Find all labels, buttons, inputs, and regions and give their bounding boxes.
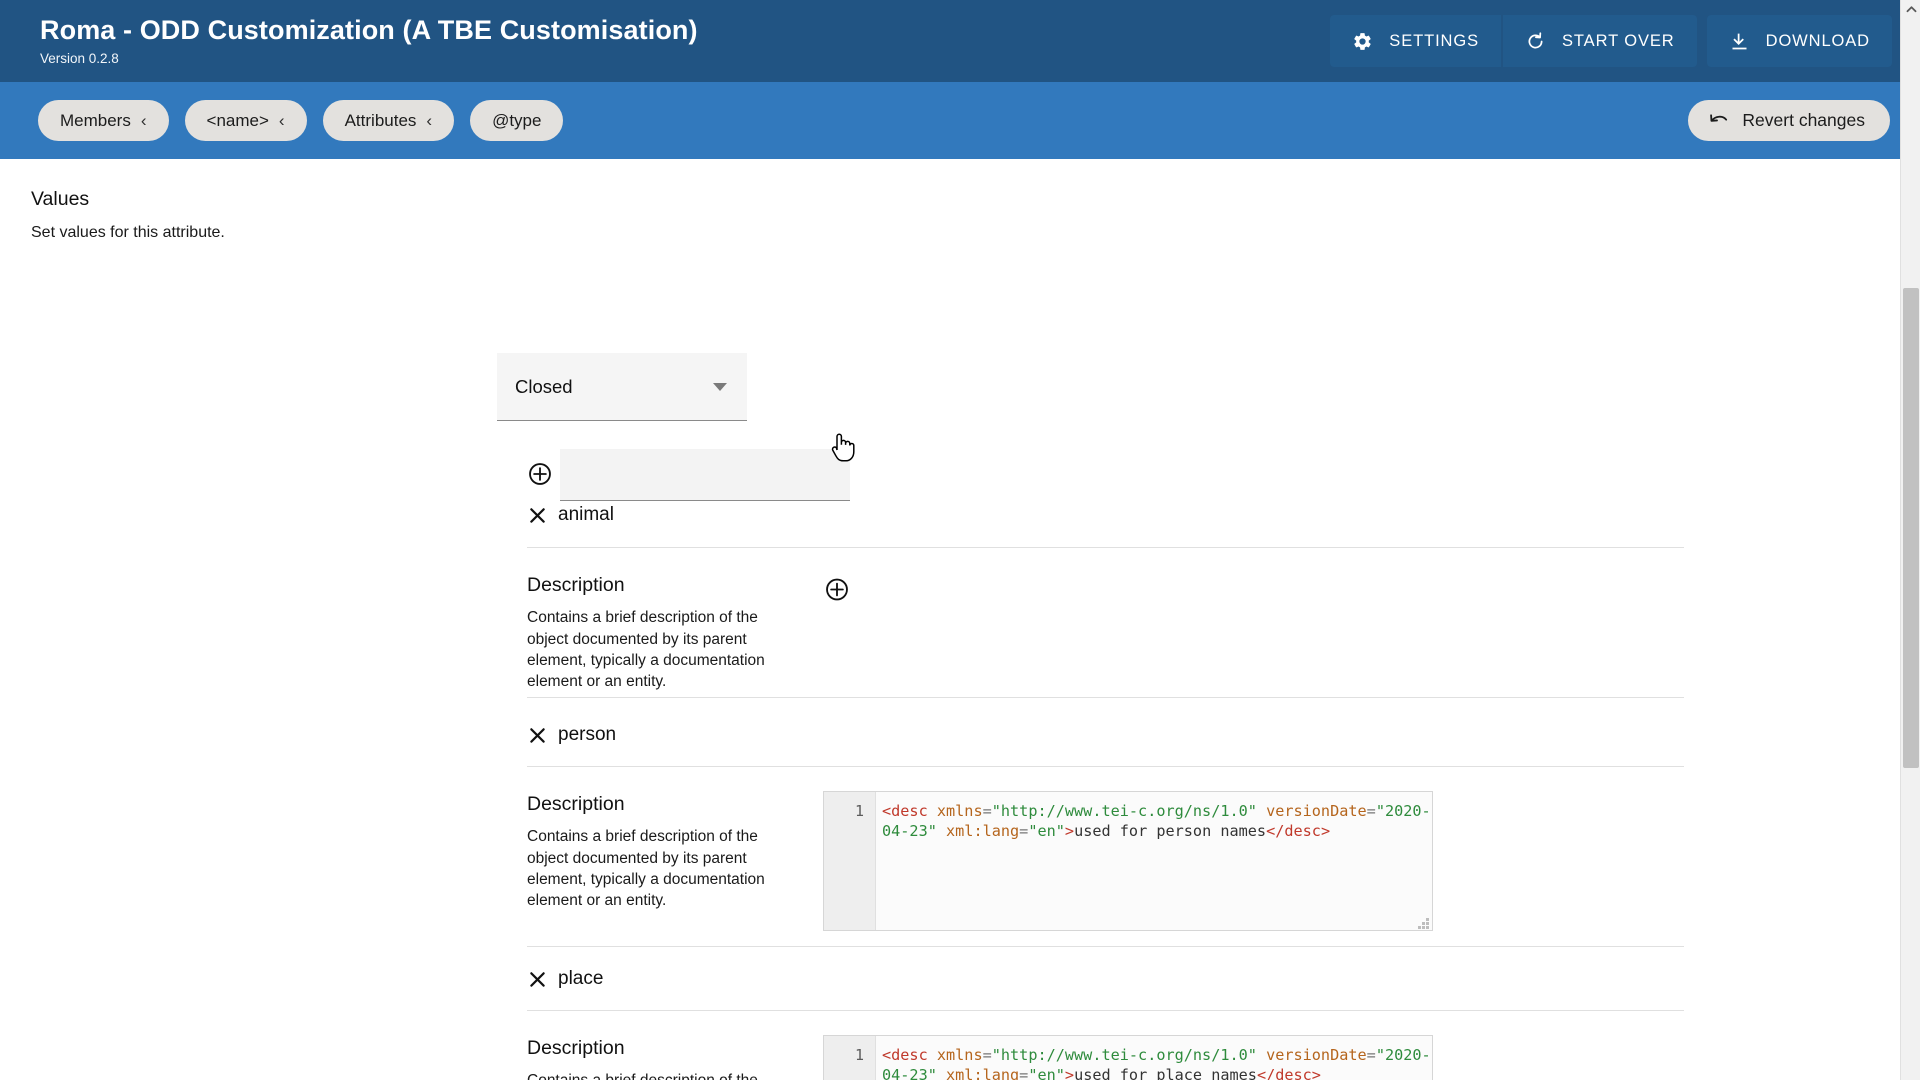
settings-button-label: SETTINGS xyxy=(1389,32,1479,51)
remove-value-button[interactable] xyxy=(527,725,548,746)
value-item-name: animal xyxy=(558,504,614,526)
breadcrumb-label: @type xyxy=(492,111,541,131)
header-actions: SETTINGS START OVER xyxy=(1330,15,1892,67)
download-button[interactable]: DOWNLOAD xyxy=(1707,15,1892,67)
gear-icon xyxy=(1352,31,1373,52)
value-item-person: person xyxy=(527,724,616,746)
plus-circle-icon xyxy=(527,461,553,487)
close-x-icon xyxy=(527,505,548,526)
description-code-editor[interactable]: 1 <desc xmlns="http://www.tei-c.org/ns/1… xyxy=(823,1035,1433,1080)
editor-code-content[interactable]: <desc xmlns="http://www.tei-c.org/ns/1.0… xyxy=(876,792,1432,930)
description-label-wrap: Description Contains a brief description… xyxy=(527,574,827,692)
description-title: Description xyxy=(527,793,827,816)
description-text: Contains a brief description of the obje… xyxy=(527,826,797,911)
editor-line-numbers: 1 xyxy=(824,792,876,930)
settings-startover-group: SETTINGS START OVER xyxy=(1330,15,1696,67)
app-header: Roma - ODD Customization (A TBE Customis… xyxy=(0,0,1920,82)
app-title-block: Roma - ODD Customization (A TBE Customis… xyxy=(40,16,698,66)
add-value-input[interactable] xyxy=(560,449,850,501)
breadcrumb-label: Members xyxy=(60,111,131,131)
breadcrumb-item-type[interactable]: @type xyxy=(470,100,563,141)
remove-value-button[interactable] xyxy=(527,969,548,990)
value-item-name: place xyxy=(558,968,603,990)
divider xyxy=(527,766,1684,767)
page-title: Roma - ODD Customization (A TBE Customis… xyxy=(40,16,698,46)
refresh-ccw-icon xyxy=(1525,31,1546,52)
add-description-button[interactable] xyxy=(824,576,850,602)
scrollbar-thumb[interactable] xyxy=(1903,288,1919,768)
undo-icon xyxy=(1708,112,1730,130)
start-over-button-label: START OVER xyxy=(1562,32,1675,51)
divider xyxy=(527,697,1684,698)
values-section-header: Values Set values for this attribute. xyxy=(31,188,451,244)
main-content: Values Set values for this attribute. Cl… xyxy=(0,159,1900,1080)
value-item-place: place xyxy=(527,968,603,990)
breadcrumb-item-members[interactable]: Members ‹ xyxy=(38,100,169,141)
values-subtitle: Set values for this attribute. xyxy=(31,223,451,244)
download-button-label: DOWNLOAD xyxy=(1766,32,1870,51)
chevron-up-icon xyxy=(1906,1,1917,19)
divider xyxy=(527,1010,1684,1011)
description-text: Contains a brief description of the obje… xyxy=(527,1070,797,1080)
line-number: 1 xyxy=(824,1045,864,1065)
vertical-scrollbar[interactable] xyxy=(1900,0,1920,1080)
description-label-wrap: Description Contains a brief description… xyxy=(527,1037,827,1080)
close-x-icon xyxy=(527,725,548,746)
settings-button[interactable]: SETTINGS xyxy=(1330,15,1501,67)
divider xyxy=(527,946,1684,947)
value-item-animal: animal xyxy=(527,504,614,526)
app-root: Roma - ODD Customization (A TBE Customis… xyxy=(0,0,1920,1080)
close-x-icon xyxy=(527,969,548,990)
breadcrumb-label: Attributes xyxy=(345,111,417,131)
value-item-name: person xyxy=(558,724,616,746)
breadcrumb: Members ‹ <name> ‹ Attributes ‹ @type xyxy=(38,100,563,141)
editor-line-numbers: 1 xyxy=(824,1036,876,1080)
remove-value-button[interactable] xyxy=(527,505,548,526)
revert-changes-label: Revert changes xyxy=(1742,110,1865,131)
download-group: DOWNLOAD xyxy=(1707,15,1892,67)
breadcrumb-item-attributes[interactable]: Attributes ‹ xyxy=(323,100,454,141)
line-number: 1 xyxy=(824,801,864,821)
divider xyxy=(527,547,1684,548)
resize-grip-icon[interactable] xyxy=(1418,916,1430,928)
description-code-editor[interactable]: 1 <desc xmlns="http://www.tei-c.org/ns/1… xyxy=(823,791,1433,931)
breadcrumb-item-name[interactable]: <name> ‹ xyxy=(185,100,307,141)
plus-circle-icon xyxy=(824,576,850,602)
chevron-left-icon: ‹ xyxy=(279,112,285,129)
chevron-left-icon: ‹ xyxy=(141,112,147,129)
add-value-row xyxy=(527,449,850,501)
breadcrumb-bar: Members ‹ <name> ‹ Attributes ‹ @type xyxy=(0,82,1920,159)
values-mode-select-value: Closed xyxy=(515,376,713,398)
revert-changes-button[interactable]: Revert changes xyxy=(1688,100,1890,141)
editor-code-content[interactable]: <desc xmlns="http://www.tei-c.org/ns/1.0… xyxy=(876,1036,1432,1080)
description-title: Description xyxy=(527,574,827,597)
values-mode-select[interactable]: Closed xyxy=(497,353,747,421)
start-over-button[interactable]: START OVER xyxy=(1503,15,1697,67)
description-title: Description xyxy=(527,1037,827,1060)
chevron-left-icon: ‹ xyxy=(426,112,432,129)
chevron-down-icon xyxy=(713,383,727,391)
scroll-up-button[interactable] xyxy=(1901,0,1920,20)
values-title: Values xyxy=(31,188,451,211)
download-icon xyxy=(1729,31,1750,52)
app-version: Version 0.2.8 xyxy=(40,51,698,66)
description-label-wrap: Description Contains a brief description… xyxy=(527,793,827,911)
description-text: Contains a brief description of the obje… xyxy=(527,607,797,692)
add-value-button[interactable] xyxy=(527,461,553,487)
breadcrumb-label: <name> xyxy=(207,111,269,131)
